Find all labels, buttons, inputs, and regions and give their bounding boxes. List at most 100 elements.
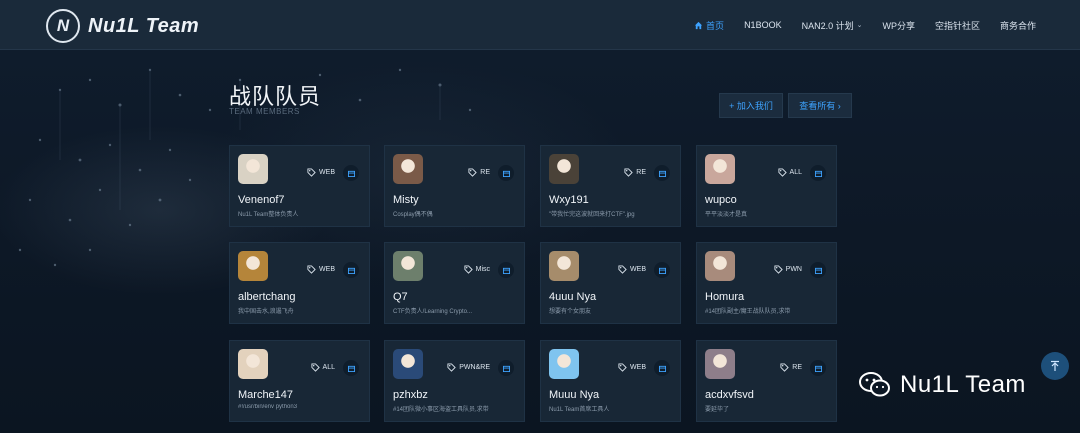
member-description: 我中国击水,浪遏飞舟 [238, 309, 294, 315]
calendar-button[interactable] [654, 360, 670, 376]
member-card[interactable]: WEB Venenof7 Nu1L Team整体负责人 [229, 145, 370, 227]
tag-label: WEB [630, 266, 646, 273]
nav-item-home[interactable]: 首页 [694, 19, 724, 32]
calendar-button[interactable] [498, 262, 514, 278]
avatar [549, 251, 579, 281]
tag-icon [310, 363, 320, 372]
tag-icon [774, 265, 783, 274]
member-name: Muuu Nya [549, 389, 600, 401]
avatar [393, 154, 423, 184]
tag-icon [618, 363, 627, 372]
member-card[interactable]: PWN&RE pzhxbz #14团队微小事区海盗工具队员,求带 [384, 340, 525, 422]
category-tag: RE [780, 363, 802, 372]
tag-label: WEB [630, 364, 646, 371]
calendar-icon [658, 170, 666, 177]
tag-icon [468, 168, 478, 177]
avatar [705, 154, 735, 184]
member-card[interactable]: RE acdxvfsvd 要延毕了 [696, 340, 837, 422]
calendar-icon [502, 365, 510, 372]
category-tag: RE [468, 168, 490, 177]
calendar-icon [658, 267, 666, 274]
join-us-button[interactable]: + 加入我们 [719, 93, 783, 118]
tag-label: WEB [319, 169, 335, 176]
nav-item-label: 商务合作 [999, 20, 1036, 31]
calendar-button[interactable] [654, 165, 670, 181]
tag-label: ALL [789, 169, 802, 176]
tag-icon [777, 168, 787, 177]
tag-icon [307, 168, 316, 177]
tag-icon [464, 265, 473, 274]
tag-label: PWN [785, 266, 802, 273]
nav-menu: 首页 N1BOOK NAN2.0 计划 ⌄ WP分享 空指针社区 商务合作 [694, 0, 1036, 50]
nav-item-label: 首页 [706, 20, 725, 31]
calendar-button[interactable] [343, 165, 359, 181]
member-description: Nu1L Team整体负责人 [238, 212, 299, 218]
member-card[interactable]: ALL Marche147 #!/usr/bin/env python3 [229, 340, 370, 422]
category-tag: RE [624, 168, 646, 177]
tag-icon [780, 363, 790, 372]
calendar-button[interactable] [498, 165, 514, 181]
nav-item-wp-share[interactable]: WP分享 [882, 19, 915, 32]
logo-mark: N [46, 9, 80, 43]
calendar-icon [502, 170, 510, 177]
tag-icon [624, 168, 634, 177]
member-name: Venenof7 [238, 194, 285, 206]
calendar-button[interactable] [810, 165, 826, 181]
tag-label: WEB [319, 266, 335, 273]
home-icon [694, 21, 703, 29]
calendar-button[interactable] [654, 262, 670, 278]
member-card[interactable]: RE Misty Cosplay偶不偶 [384, 145, 525, 227]
member-description: CTF负责人/Learning Crypto... [393, 309, 473, 315]
member-name: acdxvfsvd [705, 389, 754, 401]
member-name: Misty [393, 194, 419, 206]
avatar [705, 251, 735, 281]
member-description: "带我忙完这波就回来打CTF".jpg [549, 212, 635, 218]
member-card[interactable]: WEB 4uuu Nya 想要有个女朋友 [540, 242, 681, 324]
calendar-button[interactable] [343, 360, 359, 376]
member-name: Wxy191 [549, 194, 589, 206]
brand-logo[interactable]: N Nu1L Team [46, 9, 199, 43]
calendar-button[interactable] [343, 262, 359, 278]
nav-item-business[interactable]: 商务合作 [1000, 19, 1036, 32]
nav-item-n1book[interactable]: N1BOOK [744, 20, 782, 30]
brand-name: Nu1L Team [88, 14, 200, 37]
member-card[interactable]: ALL wupco 平平淡淡才是真 [696, 145, 837, 227]
avatar [238, 349, 268, 379]
category-tag: WEB [618, 363, 646, 372]
back-to-top-button[interactable] [1041, 352, 1069, 380]
calendar-icon [814, 365, 822, 372]
nav-item-label: 空指针社区 [934, 20, 980, 31]
calendar-button[interactable] [498, 360, 514, 376]
calendar-button[interactable] [810, 262, 826, 278]
nav-item-community[interactable]: 空指针社区 [935, 19, 980, 32]
chevron-down-icon: ⌄ [856, 22, 863, 29]
avatar [238, 154, 268, 184]
avatar [393, 349, 423, 379]
tag-label: Misc [475, 266, 490, 273]
nav-item-label: N1BOOK [744, 20, 782, 30]
member-card[interactable]: PWN Homura #14团队副主/魔王战队队员,求带 [696, 242, 837, 324]
category-tag: WEB [618, 265, 646, 274]
member-card[interactable]: Misc Q7 CTF负责人/Learning Crypto... [384, 242, 525, 324]
member-name: albertchang [238, 291, 296, 303]
nav-item-nan2[interactable]: NAN2.0 计划 ⌄ [802, 19, 863, 32]
category-tag: WEB [307, 168, 335, 177]
calendar-icon [347, 170, 355, 177]
nav-item-label: WP分享 [882, 20, 915, 31]
member-description: #14团队微小事区海盗工具队员,求带 [393, 407, 489, 413]
calendar-button[interactable] [810, 360, 826, 376]
member-name: Q7 [393, 291, 408, 303]
member-card[interactable]: WEB Muuu Nya Nu1L Team首席工具人 [540, 340, 681, 422]
view-all-button[interactable]: 查看所有 › [788, 93, 852, 118]
avatar [549, 154, 579, 184]
category-tag: PWN&RE [447, 363, 490, 372]
member-card[interactable]: WEB albertchang 我中国击水,浪遏飞舟 [229, 242, 370, 324]
member-card[interactable]: RE Wxy191 "带我忙完这波就回来打CTF".jpg [540, 145, 681, 227]
member-description: 想要有个女朋友 [549, 309, 592, 315]
arrow-up-icon [1051, 360, 1059, 371]
member-name: wupco [705, 194, 737, 206]
avatar [549, 349, 579, 379]
member-description: 要延毕了 [705, 407, 730, 413]
member-name: 4uuu Nya [549, 291, 597, 303]
tag-label: ALL [322, 364, 335, 371]
